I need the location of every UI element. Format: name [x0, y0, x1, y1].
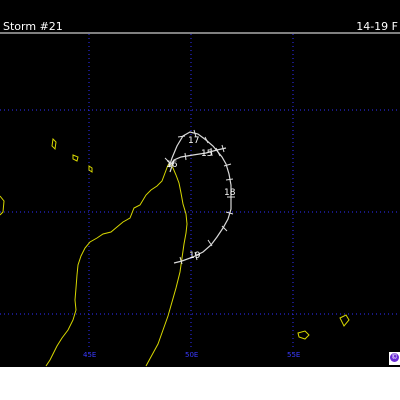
track-tick — [225, 178, 234, 181]
day-label: 16 — [166, 160, 178, 170]
track-tick — [184, 152, 187, 161]
comoros-island — [88, 165, 93, 173]
coastlines — [0, 137, 350, 367]
map-panel: 17 16 15 18 19 Storm #21 14-19 F 45E 50E… — [0, 0, 400, 367]
graticule — [0, 34, 400, 350]
madagascar-coastline — [45, 162, 188, 367]
logo-glyph: © — [390, 353, 399, 362]
track-line — [168, 131, 232, 264]
day-label: 15 — [201, 149, 212, 159]
day-label: 19 — [189, 251, 201, 261]
track-tick — [223, 163, 232, 167]
mascarene-island — [297, 330, 310, 340]
mascarene-island — [339, 314, 350, 327]
day-label: 17 — [188, 136, 199, 146]
longitude-label: 45E — [83, 351, 97, 359]
comoros-island — [51, 137, 57, 151]
footer-blank — [0, 367, 400, 400]
date-range: 14-19 F — [356, 20, 398, 33]
logo-icon: © — [389, 352, 400, 365]
track-map: 17 16 15 18 19 — [0, 32, 400, 367]
longitude-label: 50E — [185, 351, 199, 359]
track-tick — [177, 135, 186, 138]
longitude-label: 55E — [287, 351, 301, 359]
comoros-island — [72, 154, 79, 162]
storm-track: 17 16 15 18 19 — [164, 129, 236, 265]
storm-title: Storm #21 — [3, 20, 63, 33]
day-label: 18 — [224, 188, 236, 198]
